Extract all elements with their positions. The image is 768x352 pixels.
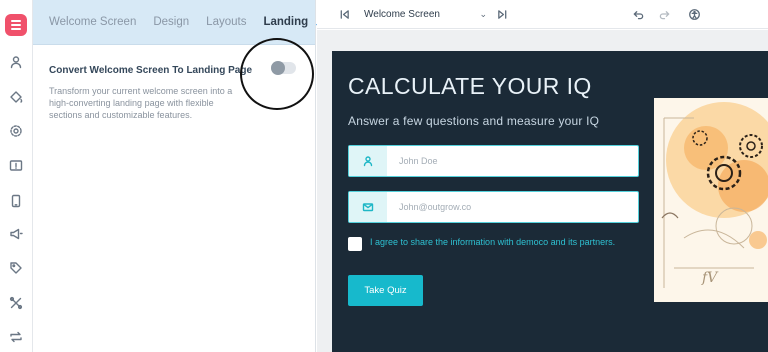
editor-toolbar: Welcome Screen ⌄: [317, 0, 768, 29]
repeat-icon[interactable]: [6, 327, 26, 347]
consent-checkbox[interactable]: [348, 237, 362, 251]
name-input[interactable]: [399, 153, 629, 169]
mobile-icon[interactable]: [6, 191, 26, 211]
highlight-annotation: [240, 38, 314, 110]
settings-panel: Welcome Screen Design Layouts Landing ← …: [33, 0, 327, 352]
consent-label: I agree to share the information with de…: [370, 237, 616, 247]
app-window: Welcome Screen Design Layouts Landing ← …: [0, 0, 768, 352]
undo-icon[interactable]: [630, 6, 646, 22]
landing-option-title: Convert Welcome Screen To Landing Page: [49, 65, 253, 76]
name-field: [348, 145, 639, 177]
user-icon[interactable]: [6, 52, 26, 72]
chevron-down-icon: ⌄: [479, 9, 487, 19]
tab-layouts[interactable]: Layouts: [206, 16, 246, 28]
email-field: [348, 191, 639, 223]
email-input[interactable]: [399, 199, 629, 215]
redo-icon[interactable]: [656, 6, 672, 22]
brain-gears-illustration: fV: [654, 98, 768, 302]
screen-select[interactable]: Welcome Screen ⌄: [359, 4, 493, 25]
preview-subheadline: Answer a few questions and measure your …: [348, 114, 600, 128]
svg-text:fV: fV: [701, 270, 719, 286]
last-screen-icon[interactable]: [494, 6, 510, 22]
landing-option-description: Transform your current welcome screen in…: [49, 86, 233, 120]
mail-icon: [349, 192, 387, 222]
first-screen-icon[interactable]: [336, 6, 352, 22]
left-rail: [0, 0, 33, 352]
editor-canvas: CALCULATE YOUR IQ Answer a few questions…: [317, 30, 768, 352]
welcome-screen-preview: CALCULATE YOUR IQ Answer a few questions…: [332, 51, 768, 352]
accessibility-icon[interactable]: [686, 6, 702, 22]
tab-design[interactable]: Design: [153, 16, 189, 28]
logo[interactable]: [5, 14, 27, 36]
megaphone-icon[interactable]: [6, 224, 26, 244]
screen-select-value: Welcome Screen: [364, 9, 440, 20]
take-quiz-button[interactable]: Take Quiz: [348, 275, 423, 306]
alert-icon[interactable]: [6, 156, 26, 176]
tools-icon[interactable]: [6, 293, 26, 313]
gear-icon[interactable]: [6, 121, 26, 141]
tag-icon[interactable]: [6, 258, 26, 278]
paint-bucket-icon[interactable]: [6, 87, 26, 107]
user-icon: [349, 146, 387, 176]
preview-headline: CALCULATE YOUR IQ: [348, 73, 592, 99]
tab-landing[interactable]: Landing: [263, 16, 308, 28]
tab-welcome-screen[interactable]: Welcome Screen: [49, 16, 136, 28]
